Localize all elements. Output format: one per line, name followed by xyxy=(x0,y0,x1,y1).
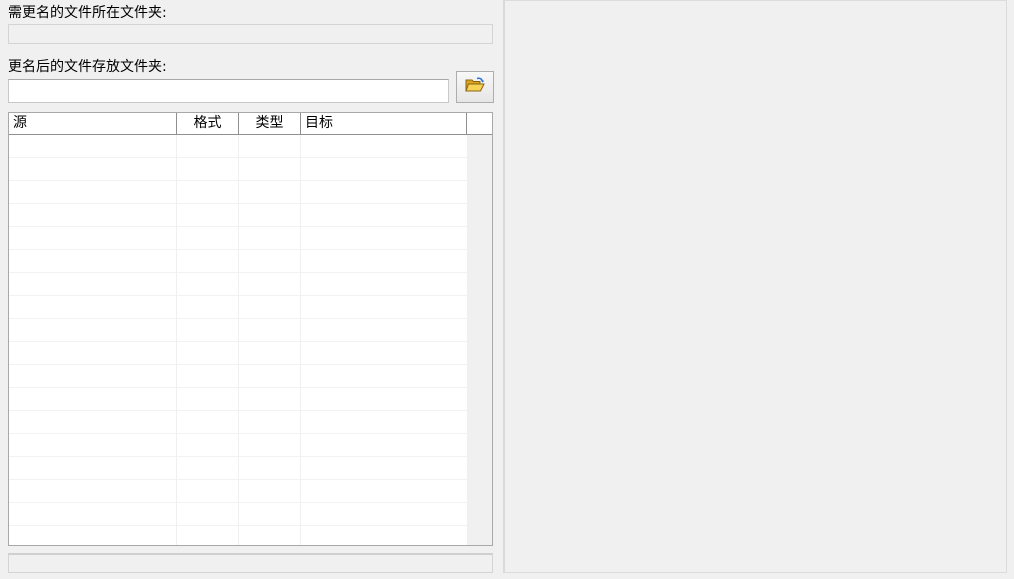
column-header-source[interactable]: 源 xyxy=(9,113,177,134)
column-divider xyxy=(238,135,239,545)
status-bar xyxy=(8,553,493,573)
preview-panel xyxy=(503,0,1007,573)
column-header-filler xyxy=(467,113,492,134)
source-folder-field[interactable] xyxy=(8,24,493,44)
browse-folder-button[interactable] xyxy=(456,71,494,103)
target-folder-input[interactable] xyxy=(8,79,449,103)
file-list[interactable]: 源 格式 类型 目标 xyxy=(8,112,493,546)
list-scroll-area xyxy=(467,135,492,545)
open-folder-icon xyxy=(465,77,485,97)
column-header-format[interactable]: 格式 xyxy=(177,113,239,134)
column-header-target[interactable]: 目标 xyxy=(301,113,467,134)
left-panel: 需更名的文件所在文件夹: 更名后的文件存放文件夹: 源 格式 类型 目标 xyxy=(0,0,500,579)
source-folder-label: 需更名的文件所在文件夹: xyxy=(8,5,167,21)
column-divider xyxy=(300,135,301,545)
file-list-header: 源 格式 类型 目标 xyxy=(9,113,492,135)
column-header-type[interactable]: 类型 xyxy=(239,113,301,134)
file-list-body[interactable] xyxy=(9,135,467,545)
target-folder-label: 更名后的文件存放文件夹: xyxy=(8,59,167,75)
column-divider xyxy=(176,135,177,545)
